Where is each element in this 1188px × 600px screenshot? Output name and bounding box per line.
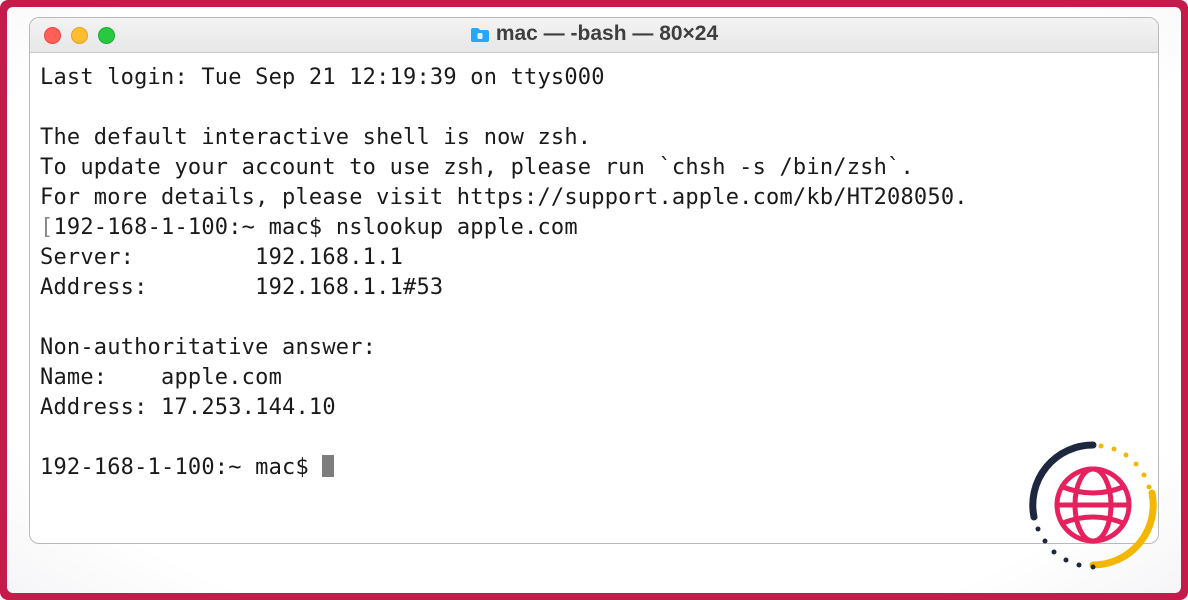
term-output: Server: 192.168.1.1 [40, 245, 403, 270]
shell-prompt: 192-168-1-100:~ mac$ [53, 215, 335, 240]
shell-command: nslookup apple.com [336, 215, 578, 240]
folder-icon [470, 25, 490, 49]
traffic-lights [44, 27, 115, 44]
prompt-bracket-open: [ [40, 215, 53, 240]
term-output: Address: 192.168.1.1#53 [40, 275, 443, 300]
term-line: Last login: Tue Sep 21 12:19:39 on ttys0… [40, 65, 605, 90]
term-output: Non-authoritative answer: [40, 335, 376, 360]
term-output: Name: apple.com [40, 365, 282, 390]
term-line: The default interactive shell is now zsh… [40, 125, 591, 150]
cursor-icon [322, 455, 334, 477]
shell-prompt: 192-168-1-100:~ mac$ [40, 455, 322, 480]
watermark-logo [1023, 435, 1163, 575]
term-line: For more details, please visit https://s… [40, 185, 968, 210]
close-icon[interactable] [44, 27, 61, 44]
term-output: Address: 17.253.144.10 [40, 395, 336, 420]
window-title: mac — -bash — 80×24 [30, 22, 1158, 49]
terminal-window: mac — -bash — 80×24 Last login: Tue Sep … [29, 17, 1159, 544]
zoom-icon[interactable] [98, 27, 115, 44]
minimize-icon[interactable] [71, 27, 88, 44]
terminal-body[interactable]: Last login: Tue Sep 21 12:19:39 on ttys0… [30, 53, 1158, 543]
window-titlebar[interactable]: mac — -bash — 80×24 [30, 18, 1158, 53]
inner-panel: mac — -bash — 80×24 Last login: Tue Sep … [7, 7, 1181, 593]
term-line: To update your account to use zsh, pleas… [40, 155, 914, 180]
outer-frame: mac — -bash — 80×24 Last login: Tue Sep … [0, 0, 1188, 600]
window-title-text: mac — -bash — 80×24 [496, 22, 718, 45]
